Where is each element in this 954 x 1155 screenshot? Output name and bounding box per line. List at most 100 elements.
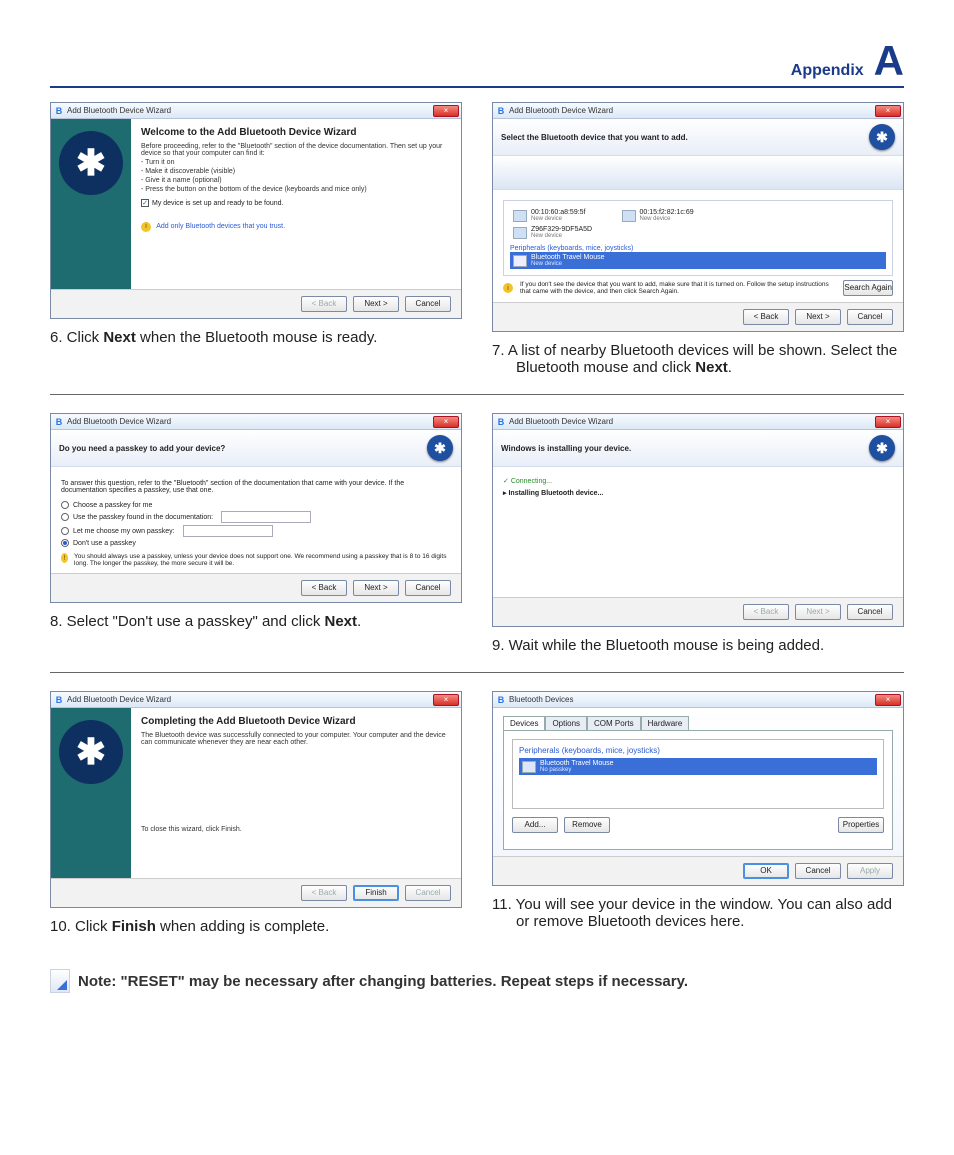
- device-pane: Peripherals (keyboards, mice, joysticks)…: [512, 739, 884, 809]
- device-item-selected[interactable]: Bluetooth Travel Mouse No passkey: [519, 758, 877, 775]
- warning-text: You should always use a passkey, unless …: [74, 553, 451, 567]
- cancel-button[interactable]: Cancel: [405, 580, 451, 596]
- cancel-button[interactable]: Cancel: [795, 863, 841, 879]
- dialog-title: Add Bluetooth Device Wizard: [67, 695, 171, 704]
- device-list: 00:10:60:a8:59:5fNew device 00:15:f2:82:…: [503, 200, 893, 276]
- radio-none[interactable]: Don't use a passkey: [61, 539, 451, 547]
- back-button[interactable]: < Back: [301, 580, 347, 596]
- device-item[interactable]: Z96F329-9DF5A5DNew device: [510, 224, 886, 241]
- t: when the Bluetooth mouse is ready.: [136, 329, 378, 346]
- dev-sub: New device: [640, 216, 694, 222]
- appendix-label: Appendix: [791, 62, 864, 80]
- back-button[interactable]: < Back: [743, 309, 789, 325]
- properties-button[interactable]: Properties: [838, 817, 884, 833]
- li: - Make it discoverable (visible): [141, 168, 451, 175]
- dev-sub: No passkey: [540, 767, 614, 773]
- wizard-step8: B Add Bluetooth Device Wizard × Do you n…: [50, 413, 462, 603]
- t: 8. Select "Don't use a passkey" and clic…: [50, 613, 324, 630]
- note-icon: [50, 969, 70, 993]
- dev-sub: New device: [531, 233, 592, 239]
- page-header: Appendix A: [50, 40, 904, 88]
- bluetooth-devices-dialog: B Bluetooth Devices × Devices Options CO…: [492, 691, 904, 886]
- trust-link[interactable]: Add only Bluetooth devices that you trus…: [156, 223, 285, 230]
- t: when adding is complete.: [156, 918, 329, 935]
- radio-label: Use the passkey found in the documentati…: [73, 514, 213, 521]
- cancel-button[interactable]: Cancel: [847, 604, 893, 620]
- info-icon: i: [503, 283, 513, 293]
- appendix-letter: A: [874, 40, 904, 82]
- close-button[interactable]: ×: [875, 105, 901, 117]
- checkbox-label: My device is set up and ready to be foun…: [152, 200, 284, 207]
- close-button[interactable]: ×: [433, 694, 459, 706]
- radio-choose[interactable]: Choose a passkey for me: [61, 501, 451, 509]
- t: .: [357, 613, 361, 630]
- close-button[interactable]: ×: [433, 416, 459, 428]
- cancel-button: Cancel: [405, 885, 451, 901]
- finish-button[interactable]: Finish: [353, 885, 399, 901]
- warning-icon: !: [61, 553, 68, 563]
- passkey-input[interactable]: [183, 525, 273, 537]
- wizard-heading: Completing the Add Bluetooth Device Wiza…: [141, 716, 451, 727]
- dialog-title: Bluetooth Devices: [509, 695, 573, 704]
- dev-name: 00:15:f2:82:1c:69: [640, 209, 694, 216]
- caption-9: 9. Wait while the Bluetooth mouse is bei…: [516, 637, 904, 654]
- tab-comports[interactable]: COM Ports: [587, 716, 641, 730]
- radio-label: Let me choose my own passkey:: [73, 528, 175, 535]
- caption-7: 7. A list of nearby Bluetooth devices wi…: [516, 342, 904, 376]
- close-button[interactable]: ×: [875, 416, 901, 428]
- t: .: [728, 359, 732, 376]
- passkey-input[interactable]: [221, 511, 311, 523]
- search-again-button[interactable]: Search Again: [843, 280, 893, 296]
- wizard-step9: B Add Bluetooth Device Wizard × Windows …: [492, 413, 904, 627]
- next-button[interactable]: Next >: [795, 309, 841, 325]
- device-item-selected[interactable]: Bluetooth Travel MouseNew device: [510, 252, 886, 269]
- tab-devices[interactable]: Devices: [503, 716, 545, 730]
- bluetooth-icon: B: [54, 695, 64, 705]
- device-group: Peripherals (keyboards, mice, joysticks): [510, 245, 886, 252]
- remove-button[interactable]: Remove: [564, 817, 610, 833]
- device-group: Peripherals (keyboards, mice, joysticks): [519, 746, 877, 755]
- dev-name: Bluetooth Travel Mouse: [540, 760, 614, 767]
- bluetooth-logo-icon: ✱: [59, 720, 123, 784]
- cancel-button[interactable]: Cancel: [847, 309, 893, 325]
- bluetooth-icon: B: [496, 106, 506, 116]
- step-heading: Do you need a passkey to add your device…: [59, 444, 225, 453]
- wizard-text: The Bluetooth device was successfully co…: [141, 732, 451, 746]
- wizard-step10: B Add Bluetooth Device Wizard × ✱ Comple…: [50, 691, 462, 908]
- li: - Give it a name (optional): [141, 177, 451, 184]
- close-button[interactable]: ×: [875, 694, 901, 706]
- li: - Turn it on: [141, 159, 451, 166]
- status-connecting: Connecting...: [511, 478, 552, 485]
- dev-name: Z96F329-9DF5A5D: [531, 226, 592, 233]
- info-icon: i: [141, 222, 151, 232]
- wizard-intro: Before proceeding, refer to the "Bluetoo…: [141, 143, 451, 157]
- radio-doc[interactable]: Use the passkey found in the documentati…: [61, 511, 451, 523]
- ok-button[interactable]: OK: [743, 863, 789, 879]
- wizard-step6: B Add Bluetooth Device Wizard × ✱ Welcom…: [50, 102, 462, 319]
- back-button: < Back: [743, 604, 789, 620]
- radio-own[interactable]: Let me choose my own passkey:: [61, 525, 451, 537]
- dev-sub: New device: [531, 261, 605, 267]
- t: Next: [695, 359, 728, 376]
- bluetooth-icon: B: [54, 417, 64, 427]
- next-button[interactable]: Next >: [353, 296, 399, 312]
- dev-name: 00:10:60:a8:59:5f: [531, 209, 586, 216]
- dialog-title: Add Bluetooth Device Wizard: [509, 417, 613, 426]
- close-button[interactable]: ×: [433, 105, 459, 117]
- add-button[interactable]: Add...: [512, 817, 558, 833]
- li: - Press the button on the bottom of the …: [141, 186, 451, 193]
- wizard-close-hint: To close this wizard, click Finish.: [141, 826, 451, 833]
- caption-6: 6. Click Next when the Bluetooth mouse i…: [74, 329, 462, 346]
- t: Next: [324, 613, 357, 630]
- dialog-title: Add Bluetooth Device Wizard: [67, 106, 171, 115]
- t: Finish: [112, 918, 156, 935]
- device-item[interactable]: 00:15:f2:82:1c:69New device: [619, 207, 697, 224]
- tab-options[interactable]: Options: [545, 716, 587, 730]
- status-installing: Installing Bluetooth device...: [508, 490, 603, 497]
- next-button[interactable]: Next >: [353, 580, 399, 596]
- tab-hardware[interactable]: Hardware: [641, 716, 690, 730]
- device-item[interactable]: 00:10:60:a8:59:5fNew device: [510, 207, 589, 224]
- step-heading: Select the Bluetooth device that you wan…: [501, 133, 688, 142]
- ready-checkbox[interactable]: ✓My device is set up and ready to be fou…: [141, 199, 451, 207]
- cancel-button[interactable]: Cancel: [405, 296, 451, 312]
